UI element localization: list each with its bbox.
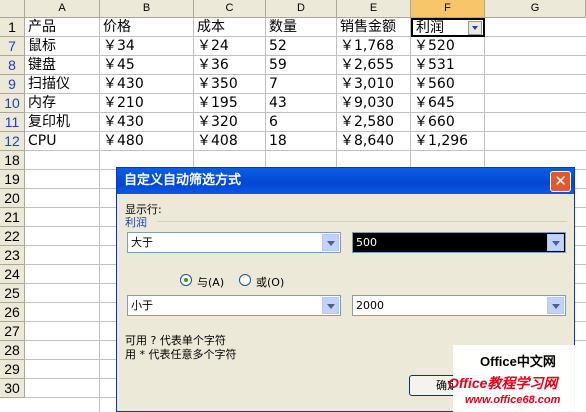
row-header[interactable]: 19 <box>0 170 25 189</box>
table-cell[interactable]: 键盘 <box>25 56 56 75</box>
header-cell-product[interactable]: 产品 <box>25 18 56 37</box>
column-header-c[interactable]: C <box>194 0 266 18</box>
condition1-value-text: 500 <box>356 236 377 249</box>
row-header[interactable]: 9 <box>0 75 25 94</box>
separator <box>157 221 567 222</box>
chevron-down-icon[interactable] <box>322 297 339 314</box>
row-header[interactable]: 11 <box>0 113 25 132</box>
row-header[interactable]: 26 <box>0 303 25 322</box>
table-cell[interactable]: ￥2,655 <box>337 56 394 75</box>
table-cell[interactable]: ￥210 <box>100 94 144 113</box>
and-label[interactable]: 与(A) <box>197 274 224 290</box>
column-header-f[interactable]: F <box>411 0 485 18</box>
table-cell[interactable]: 复印机 <box>25 113 70 132</box>
table-cell[interactable]: ￥2,580 <box>337 113 394 132</box>
table-cell[interactable]: ￥408 <box>194 132 238 151</box>
header-cell-sales[interactable]: 销售金额 <box>337 18 396 37</box>
select-all-corner[interactable] <box>0 0 25 18</box>
and-radio[interactable] <box>180 274 192 286</box>
autofilter-dropdown-button[interactable] <box>468 21 482 35</box>
table-cell[interactable]: ￥520 <box>411 37 455 56</box>
table-cell[interactable]: 内存 <box>25 94 56 113</box>
table-cell[interactable]: ￥430 <box>100 75 144 94</box>
column-header-e[interactable]: E <box>337 0 411 18</box>
table-cell[interactable]: ￥3,010 <box>337 75 394 94</box>
table-cell[interactable]: 扫描仪 <box>25 75 70 94</box>
row-header[interactable]: 21 <box>0 208 25 227</box>
table-cell[interactable]: 7 <box>266 75 278 94</box>
row-header[interactable]: 22 <box>0 227 25 246</box>
condition2-operator-select[interactable]: 小于 <box>127 295 341 316</box>
table-cell[interactable]: ￥480 <box>100 132 144 151</box>
dialog-title-bar[interactable]: 自定义自动筛选方式 <box>117 168 574 194</box>
or-label[interactable]: 或(O) <box>256 274 284 290</box>
dialog-title: 自定义自动筛选方式 <box>124 173 242 188</box>
row-header[interactable]: 7 <box>0 37 25 56</box>
table-cell[interactable]: 43 <box>266 94 287 113</box>
table-cell[interactable]: ￥36 <box>194 56 229 75</box>
table-cell[interactable]: ￥9,030 <box>337 94 394 113</box>
close-icon[interactable]: ✕ <box>550 171 571 192</box>
table-cell[interactable]: ￥1,768 <box>337 37 394 56</box>
table-cell[interactable]: 18 <box>266 132 287 151</box>
row-header[interactable]: 28 <box>0 341 25 360</box>
condition2-value-input[interactable]: 2000 <box>352 295 566 316</box>
field-name-label: 利润 <box>125 216 147 229</box>
table-cell[interactable]: ￥645 <box>411 94 455 113</box>
table-cell[interactable]: ￥320 <box>194 113 238 132</box>
row-header[interactable]: 10 <box>0 94 25 113</box>
table-cell[interactable]: CPU <box>25 132 56 151</box>
table-cell[interactable]: ￥34 <box>100 37 135 56</box>
watermark-line2: Office教程学习网 <box>448 375 558 391</box>
condition1-value-input[interactable]: 500 <box>352 232 566 253</box>
row-header[interactable]: 27 <box>0 322 25 341</box>
column-header-b[interactable]: B <box>100 0 194 18</box>
header-cell-cost[interactable]: 成本 <box>194 18 225 37</box>
table-cell[interactable]: ￥430 <box>100 113 144 132</box>
condition2-value-text: 2000 <box>356 299 384 312</box>
row-header[interactable]: 8 <box>0 56 25 75</box>
row-header[interactable]: 23 <box>0 246 25 265</box>
table-cell[interactable]: ￥45 <box>100 56 135 75</box>
row-header[interactable]: 12 <box>0 132 25 151</box>
header-cell-quantity[interactable]: 数量 <box>266 18 297 37</box>
header-cell-profit: 利润 <box>416 20 444 36</box>
table-cell[interactable]: 59 <box>266 56 287 75</box>
chevron-down-icon[interactable] <box>322 234 339 251</box>
table-cell[interactable]: 鼠标 <box>25 37 56 56</box>
table-cell[interactable]: 6 <box>266 113 278 132</box>
column-header-a[interactable]: A <box>25 0 100 18</box>
row-header[interactable]: 1 <box>0 18 25 37</box>
row-header[interactable]: 25 <box>0 284 25 303</box>
filter-cell-profit[interactable]: 利润 <box>411 18 485 37</box>
row-header[interactable]: 30 <box>0 379 25 398</box>
watermark-line3: www.office68.com <box>465 394 561 406</box>
table-cell[interactable]: 52 <box>266 37 287 56</box>
row-header[interactable]: 24 <box>0 265 25 284</box>
table-cell[interactable]: ￥531 <box>411 56 455 75</box>
table-cell[interactable]: ￥350 <box>194 75 238 94</box>
condition2-operator-value: 小于 <box>131 299 153 312</box>
table-cell[interactable]: ￥8,640 <box>337 132 394 151</box>
row-header[interactable]: 18 <box>0 151 25 170</box>
column-header-g[interactable]: G <box>485 0 586 18</box>
chevron-down-icon[interactable] <box>547 297 564 314</box>
table-cell[interactable]: ￥24 <box>194 37 229 56</box>
table-cell[interactable]: ￥660 <box>411 113 455 132</box>
table-cell[interactable]: ￥195 <box>194 94 238 113</box>
column-header-d[interactable]: D <box>266 0 337 18</box>
table-cell[interactable]: ￥560 <box>411 75 455 94</box>
table-cell[interactable]: ￥1,296 <box>411 132 468 151</box>
or-radio[interactable] <box>239 274 251 286</box>
condition1-operator-value: 大于 <box>131 236 153 249</box>
header-cell-price[interactable]: 价格 <box>100 18 131 37</box>
chevron-down-icon[interactable] <box>547 234 564 251</box>
watermark-line1: Office中文网 <box>480 354 556 369</box>
condition1-operator-select[interactable]: 大于 <box>127 232 341 253</box>
row-header[interactable]: 20 <box>0 189 25 208</box>
wildcard-hint-multi: 用 * 代表任意多个字符 <box>125 348 237 361</box>
row-header[interactable]: 29 <box>0 360 25 379</box>
